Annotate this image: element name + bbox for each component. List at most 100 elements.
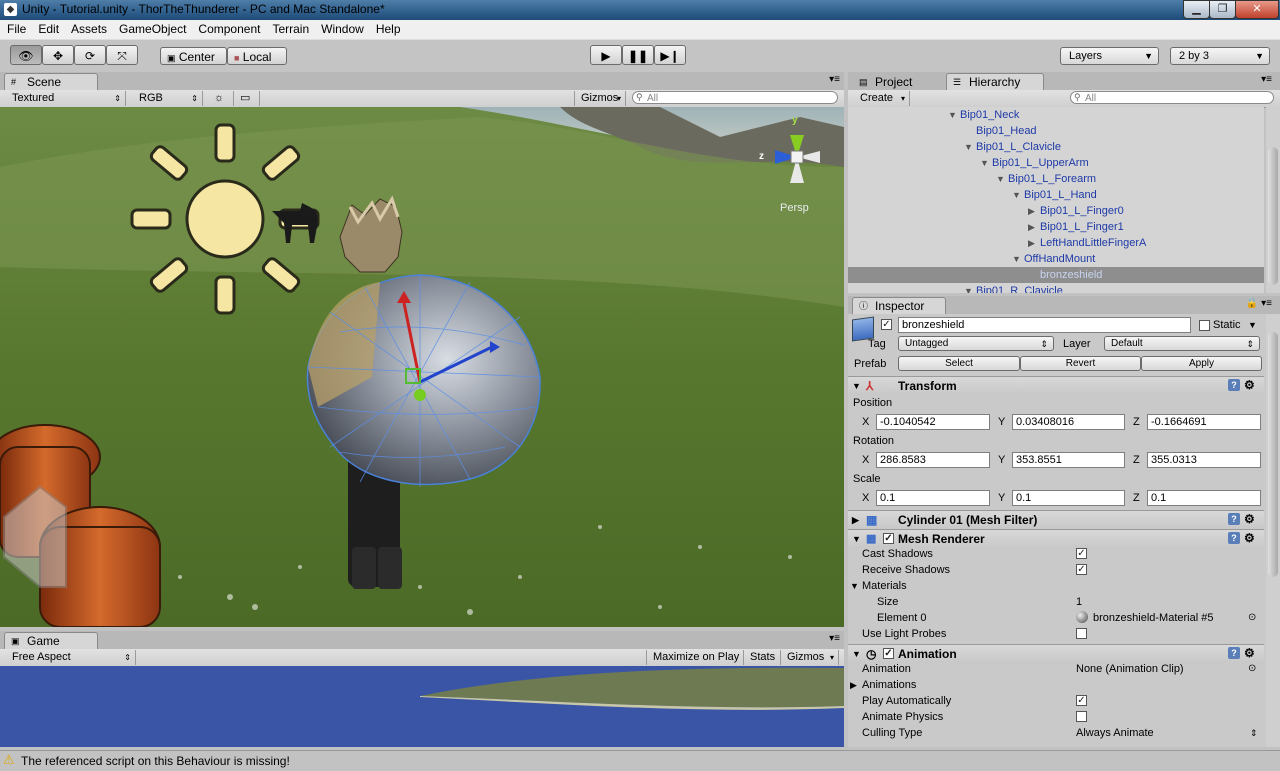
- menu-terrain[interactable]: Terrain: [272, 20, 309, 36]
- foldout-open-icon[interactable]: ▼: [1012, 187, 1021, 203]
- panel-menu-icon[interactable]: ▾≡: [1261, 74, 1272, 85]
- layers-dropdown[interactable]: Layers ▼: [1060, 47, 1159, 65]
- hierarchy-item[interactable]: ▼ Bip01_L_Hand: [848, 187, 1264, 203]
- rotation-z-input[interactable]: 355.0313: [1147, 452, 1261, 468]
- prefab-select-button[interactable]: Select: [898, 356, 1020, 371]
- position-z-input[interactable]: -0.1664691: [1147, 414, 1261, 430]
- position-y-input[interactable]: 0.03408016: [1012, 414, 1125, 430]
- panel-menu-icon[interactable]: ▾≡: [829, 74, 840, 85]
- menu-file[interactable]: File: [7, 20, 26, 36]
- menu-help[interactable]: Help: [376, 20, 401, 36]
- window-title-bar[interactable]: ◆ Unity - Tutorial.unity - ThorTheThunde…: [0, 0, 1280, 20]
- hierarchy-item[interactable]: Bip01_Head: [848, 123, 1264, 139]
- hierarchy-search-input[interactable]: ⚲ All: [1070, 91, 1274, 104]
- static-checkbox[interactable]: [1199, 320, 1210, 331]
- step-button[interactable]: ▶❙: [654, 45, 686, 65]
- gear-icon[interactable]: ⚙: [1244, 532, 1256, 544]
- render-mode-dropdown[interactable]: Textured ⇕: [6, 91, 126, 106]
- scale-y-input[interactable]: 0.1: [1012, 490, 1125, 506]
- scale-z-input[interactable]: 0.1: [1147, 490, 1261, 506]
- play-automatically-checkbox[interactable]: ✓: [1076, 695, 1087, 706]
- move-tool-button[interactable]: ✥: [42, 45, 74, 65]
- panel-menu-icon[interactable]: ▾≡: [829, 633, 840, 644]
- scene-lighting-toggle[interactable]: ☼: [208, 91, 234, 106]
- stats-toggle[interactable]: Stats: [744, 650, 781, 665]
- tab-scene[interactable]: # Scene: [4, 73, 98, 90]
- gear-icon[interactable]: ⚙: [1244, 379, 1256, 391]
- animate-physics-checkbox[interactable]: [1076, 711, 1087, 722]
- hierarchy-item[interactable]: bronzeshield: [848, 267, 1264, 283]
- receive-shadows-checkbox[interactable]: ✓: [1076, 564, 1087, 575]
- pivot-center-button[interactable]: ▣ Center: [160, 47, 227, 65]
- lock-icon[interactable]: 🔒: [1246, 298, 1258, 309]
- chevron-updown-icon[interactable]: ⇕: [1250, 726, 1258, 740]
- menu-assets[interactable]: Assets: [71, 20, 107, 36]
- menu-window[interactable]: Window: [321, 20, 364, 36]
- color-mode-dropdown[interactable]: RGB ⇕: [133, 91, 203, 106]
- help-icon[interactable]: ?: [1228, 532, 1240, 544]
- mesh-renderer-header[interactable]: ▼ ▩ ✓ Mesh Renderer ? ⚙: [848, 529, 1264, 548]
- tab-hierarchy[interactable]: ☰ Hierarchy: [946, 73, 1044, 90]
- help-icon[interactable]: ?: [1228, 513, 1240, 525]
- hierarchy-item[interactable]: ▶ LeftHandLittleFingerA: [848, 235, 1264, 251]
- tab-game[interactable]: ▣ Game: [4, 632, 98, 649]
- pivot-local-button[interactable]: ■ Local: [227, 47, 287, 65]
- transform-header[interactable]: ▼ ⅄ Transform ? ⚙: [848, 376, 1264, 395]
- minimize-button[interactable]: ▁: [1183, 0, 1210, 19]
- hierarchy-item[interactable]: ▼ Bip01_Neck: [848, 107, 1264, 123]
- rotation-y-input[interactable]: 353.8551: [1012, 452, 1125, 468]
- foldout-open-icon[interactable]: ▼: [852, 377, 861, 395]
- element0-value[interactable]: bronzeshield-Material #5: [1093, 611, 1213, 625]
- restore-button[interactable]: ❐: [1209, 0, 1236, 19]
- status-bar[interactable]: ⚠ The referenced script on this Behaviou…: [0, 750, 1280, 771]
- animation-enabled-checkbox[interactable]: ✓: [883, 648, 894, 659]
- foldout-closed-icon[interactable]: ▶: [1028, 235, 1035, 251]
- hierarchy-item[interactable]: ▶ Bip01_L_Finger0: [848, 203, 1264, 219]
- gear-icon[interactable]: ⚙: [1244, 513, 1256, 525]
- scene-fx-toggle[interactable]: ▭: [234, 91, 260, 106]
- animation-clip-value[interactable]: None (Animation Clip): [1076, 662, 1184, 676]
- tab-project[interactable]: ▤ Project: [852, 73, 942, 90]
- foldout-open-icon[interactable]: ▼: [852, 645, 861, 663]
- create-dropdown[interactable]: Create ▾: [854, 91, 910, 106]
- help-icon[interactable]: ?: [1228, 647, 1240, 659]
- tab-inspector[interactable]: ⓘ Inspector: [852, 297, 946, 314]
- hierarchy-tree[interactable]: ▼ Bip01_Neck Bip01_Head ▼ Bip01_L_Clavicle ▼ B…: [848, 107, 1264, 293]
- aspect-dropdown[interactable]: Free Aspect ⇕: [6, 650, 136, 665]
- maximize-on-play-toggle[interactable]: Maximize on Play: [646, 650, 744, 665]
- light-probes-checkbox[interactable]: [1076, 628, 1087, 639]
- active-checkbox[interactable]: ✓: [881, 319, 892, 330]
- scene-search-input[interactable]: ⚲ All: [632, 91, 838, 104]
- rotation-x-input[interactable]: 286.8583: [876, 452, 990, 468]
- projection-label[interactable]: Persp: [780, 202, 809, 214]
- rotate-tool-button[interactable]: ⟳: [74, 45, 106, 65]
- foldout-closed-icon[interactable]: ▶: [850, 678, 857, 692]
- object-picker-icon[interactable]: ⊙: [1248, 662, 1256, 676]
- materials-size-value[interactable]: 1: [1076, 595, 1082, 609]
- scale-x-input[interactable]: 0.1: [876, 490, 990, 506]
- help-icon[interactable]: ?: [1228, 379, 1240, 391]
- hierarchy-item[interactable]: ▶ Bip01_L_Finger1: [848, 219, 1264, 235]
- prefab-revert-button[interactable]: Revert: [1020, 356, 1141, 371]
- inspector-scroll-thumb[interactable]: [1268, 332, 1278, 577]
- object-name-input[interactable]: bronzeshield: [898, 317, 1191, 333]
- foldout-open-icon[interactable]: ▼: [852, 530, 861, 548]
- prefab-apply-button[interactable]: Apply: [1141, 356, 1262, 371]
- foldout-closed-icon[interactable]: ▶: [1028, 203, 1035, 219]
- hierarchy-item[interactable]: ▼ Bip01_L_Forearm: [848, 171, 1264, 187]
- chevron-down-icon[interactable]: ▼: [1248, 318, 1257, 332]
- hierarchy-item[interactable]: ▼ Bip01_L_UpperArm: [848, 155, 1264, 171]
- play-button[interactable]: ▶: [590, 45, 622, 65]
- foldout-open-icon[interactable]: ▼: [980, 155, 989, 171]
- culling-type-value[interactable]: Always Animate: [1076, 726, 1154, 740]
- foldout-open-icon[interactable]: ▼: [964, 139, 973, 155]
- object-picker-icon[interactable]: ⊙: [1248, 611, 1256, 625]
- foldout-open-icon[interactable]: ▼: [850, 579, 859, 593]
- position-x-input[interactable]: -0.1040542: [876, 414, 990, 430]
- mesh-filter-header[interactable]: ▶ ▦ Cylinder 01 (Mesh Filter) ? ⚙: [848, 510, 1264, 529]
- inspector-scrollbar[interactable]: [1266, 314, 1280, 747]
- foldout-open-icon[interactable]: ▼: [996, 171, 1005, 187]
- foldout-open-icon[interactable]: ▼: [964, 283, 973, 293]
- layout-dropdown[interactable]: 2 by 3 ▼: [1170, 47, 1270, 65]
- foldout-open-icon[interactable]: ▼: [948, 107, 957, 123]
